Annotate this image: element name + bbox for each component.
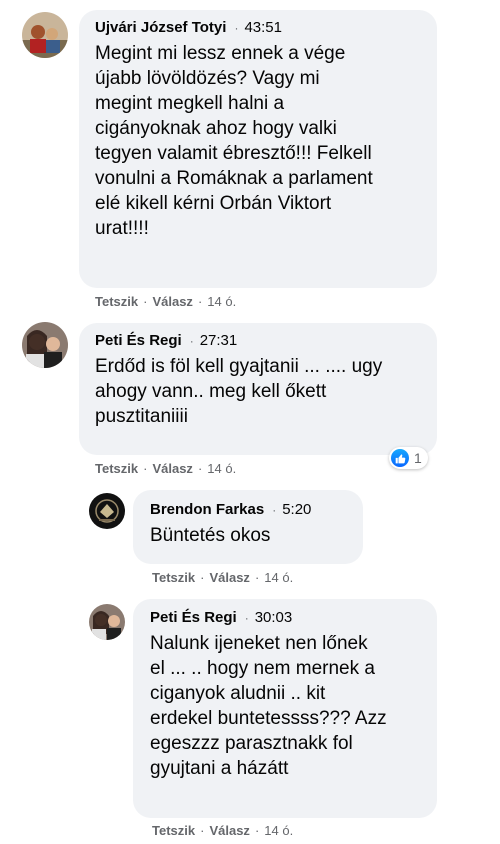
comment-time[interactable]: 30:03 xyxy=(255,608,293,628)
comment-time[interactable]: 5:20 xyxy=(282,500,311,520)
comment-author[interactable]: Peti És Regi xyxy=(150,608,237,628)
comment-text: Nalunk ijeneket nen lőnek el ... .. hogy… xyxy=(150,633,387,779)
separator-dot: · xyxy=(189,334,194,348)
comment-bubble: Peti És Regi · 30:03 Nalunk ijeneket nen… xyxy=(133,599,437,818)
comment-author[interactable]: Peti És Regi xyxy=(95,331,182,351)
comment-time[interactable]: 43:51 xyxy=(244,18,282,38)
reaction-summary[interactable]: 1 xyxy=(389,447,428,469)
comment-text: Erdőd is föl kell gyajtanii ... .... ugy… xyxy=(95,356,383,427)
comment-actions: Tetszik · Válasz · 14 ó. xyxy=(152,569,293,587)
comment-bubble: Peti És Regi · 27:31 Erdőd is föl kell g… xyxy=(79,323,437,455)
separator-dot: · xyxy=(143,294,148,309)
comment-text: Megint mi lessz ennek a vége újabb lövöl… xyxy=(95,43,373,239)
like-button[interactable]: Tetszik xyxy=(152,822,195,840)
separator-dot: · xyxy=(254,823,260,838)
comment-actions: Tetszik · Válasz · 14 ó. xyxy=(95,293,236,311)
separator-dot: · xyxy=(272,503,277,517)
avatar[interactable] xyxy=(22,322,68,368)
comment-bubble: Ujvári József Totyi · 43:51 Megint mi le… xyxy=(79,10,437,288)
comment-actions: Tetszik · Válasz · 14 ó. xyxy=(152,822,293,840)
reply-button[interactable]: Válasz xyxy=(209,822,249,840)
comment-actions: Tetszik · Válasz · 14 ó. xyxy=(95,460,236,478)
avatar[interactable] xyxy=(89,493,125,529)
separator-dot: · xyxy=(197,461,203,476)
comment-author[interactable]: Ujvári József Totyi xyxy=(95,18,226,38)
separator-dot: · xyxy=(254,570,260,585)
comment-time[interactable]: 27:31 xyxy=(200,331,238,351)
comment-age[interactable]: 14 ó. xyxy=(264,569,293,587)
like-button[interactable]: Tetszik xyxy=(152,569,195,587)
reply-button[interactable]: Válasz xyxy=(152,460,192,478)
reply-button[interactable]: Válasz xyxy=(152,293,192,311)
comment-text: Büntetés okos xyxy=(150,525,271,546)
avatar[interactable] xyxy=(22,12,68,58)
like-button[interactable]: Tetszik xyxy=(95,460,138,478)
comment-age[interactable]: 14 ó. xyxy=(207,460,236,478)
comment-age[interactable]: 14 ó. xyxy=(207,293,236,311)
separator-dot: · xyxy=(200,570,205,585)
comment-author[interactable]: Brendon Farkas xyxy=(150,500,264,520)
separator-dot: · xyxy=(197,294,203,309)
comment-bubble: Brendon Farkas · 5:20 Büntetés okos xyxy=(133,490,363,564)
like-button[interactable]: Tetszik xyxy=(95,293,138,311)
separator-dot: · xyxy=(234,21,239,35)
reaction-count: 1 xyxy=(414,450,422,466)
reply-button[interactable]: Válasz xyxy=(209,569,249,587)
avatar[interactable] xyxy=(89,604,125,640)
separator-dot: · xyxy=(200,823,205,838)
separator-dot: · xyxy=(143,461,148,476)
comment-age[interactable]: 14 ó. xyxy=(264,822,293,840)
separator-dot: · xyxy=(244,611,249,625)
thumbs-up-icon xyxy=(391,449,409,467)
